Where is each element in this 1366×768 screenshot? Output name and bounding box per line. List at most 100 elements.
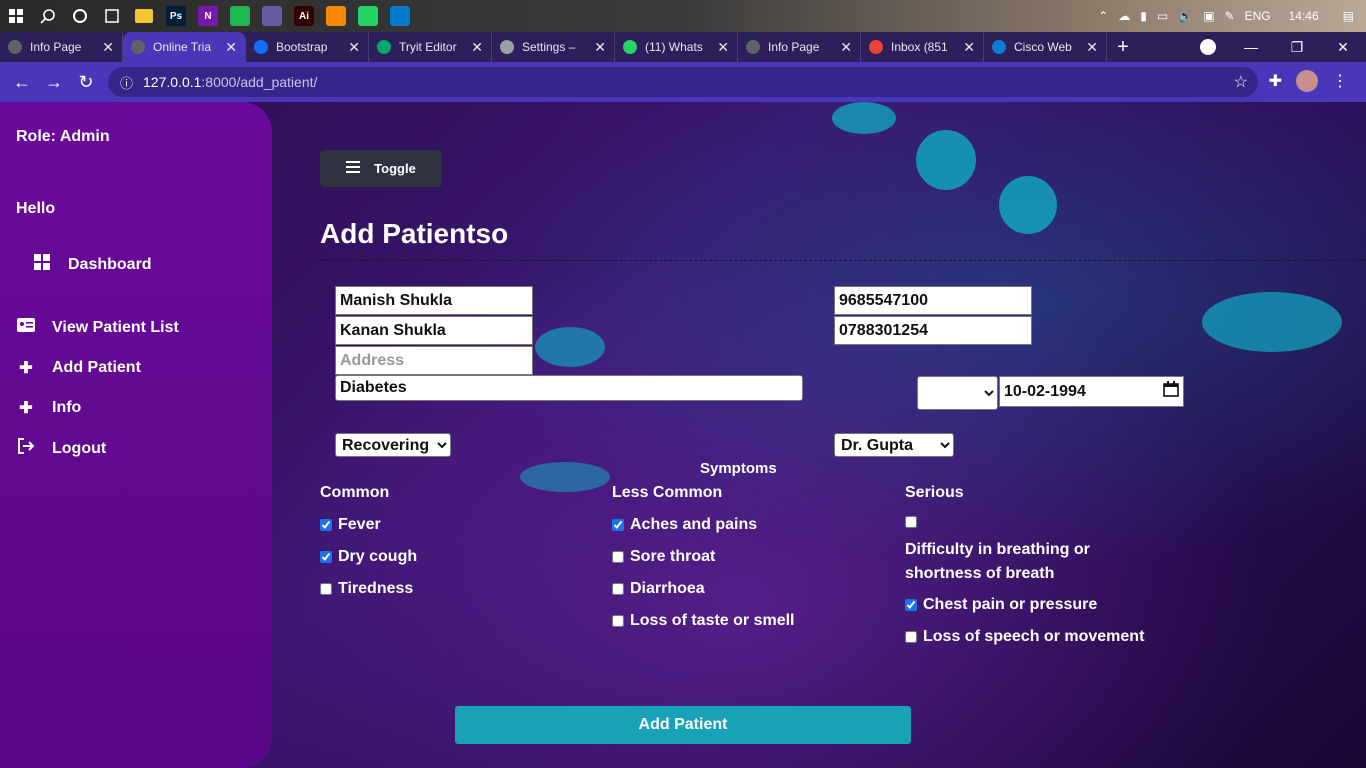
fever-checkbox[interactable] — [320, 519, 332, 531]
globe-icon — [746, 40, 760, 54]
symptom-diarrhoea[interactable]: Diarrhoea — [612, 580, 705, 598]
toggle-label: Toggle — [374, 161, 416, 176]
battery-icon[interactable]: ▭ — [1157, 9, 1168, 23]
cortana-icon[interactable] — [64, 0, 96, 32]
calendar-icon[interactable] — [1163, 381, 1179, 402]
network-icon[interactable]: ▣ — [1203, 9, 1214, 23]
restore-button[interactable]: ❐ — [1274, 39, 1320, 56]
vlc-icon[interactable] — [320, 0, 352, 32]
bookmark-star-icon[interactable]: ☆ — [1234, 72, 1248, 92]
browser-tab[interactable]: Settings – ✕ — [492, 32, 615, 62]
gender-select[interactable] — [917, 376, 998, 410]
close-tab-icon[interactable]: ✕ — [1086, 39, 1098, 56]
address-field[interactable] — [335, 346, 533, 375]
browser-tab[interactable]: Cisco Web ✕ — [984, 32, 1107, 62]
onenote-icon[interactable]: N — [192, 0, 224, 32]
close-tab-icon[interactable]: ✕ — [594, 39, 606, 56]
extensions-icon[interactable]: ✚ — [1269, 71, 1282, 91]
tab-search-icon[interactable] — [1200, 39, 1216, 55]
sidebar-item-view-patient-list[interactable]: View Patient List — [16, 318, 179, 337]
symptom-tiredness[interactable]: Tiredness — [320, 580, 413, 598]
background-cylinder — [832, 102, 896, 134]
windows-start-icon[interactable] — [0, 0, 32, 32]
vscode-icon[interactable] — [384, 0, 416, 32]
greeting: Hello — [16, 200, 56, 217]
spotify-icon[interactable] — [224, 0, 256, 32]
sidebar-item-logout[interactable]: Logout — [16, 438, 106, 459]
alternate-phone-field[interactable] — [834, 316, 1032, 345]
condition-field[interactable] — [335, 375, 803, 401]
file-explorer-icon[interactable] — [128, 0, 160, 32]
chrome-icon[interactable] — [256, 0, 288, 32]
pen-icon[interactable]: ✎ — [1225, 9, 1235, 23]
dob-field[interactable]: 10-02-1994 — [999, 376, 1184, 407]
volume-icon[interactable]: 🔈 — [1178, 9, 1193, 23]
close-tab-icon[interactable]: ✕ — [840, 39, 852, 56]
phone-field[interactable] — [834, 286, 1032, 315]
microphone-icon[interactable]: ▮ — [1140, 9, 1147, 23]
close-tab-icon[interactable]: ✕ — [225, 39, 237, 56]
close-tab-icon[interactable]: ✕ — [348, 39, 360, 56]
sidebar-toggle-button[interactable]: Toggle — [320, 150, 442, 187]
aches-checkbox[interactable] — [612, 519, 624, 531]
site-info-icon[interactable]: ⓘ — [120, 73, 133, 92]
loss-of-speech-checkbox[interactable] — [905, 631, 917, 643]
guardian-name-field[interactable] — [335, 316, 533, 345]
browser-tab[interactable]: Info Page ✕ — [738, 32, 861, 62]
address-bar[interactable]: ⓘ 127.0.0.1:8000/add_patient/ ☆ — [108, 67, 1258, 97]
difficulty-breathing-checkbox[interactable] — [905, 516, 917, 528]
grid-icon — [32, 254, 52, 275]
patient-name-field[interactable] — [335, 286, 533, 315]
forward-icon[interactable]: → — [38, 72, 70, 93]
symptom-sore-throat[interactable]: Sore throat — [612, 548, 715, 566]
chevron-up-icon[interactable]: ⌃ — [1098, 9, 1108, 23]
close-tab-icon[interactable]: ✕ — [471, 39, 483, 56]
browser-tab[interactable]: Info Page ✕ — [0, 32, 123, 62]
browser-tab[interactable]: Inbox (851 ✕ — [861, 32, 984, 62]
sidebar-item-info[interactable]: ✚ Info — [16, 398, 81, 418]
reload-icon[interactable]: ↻ — [70, 72, 102, 93]
symptom-difficulty-breathing[interactable] — [905, 516, 923, 528]
symptom-dry-cough[interactable]: Dry cough — [320, 548, 417, 566]
photoshop-icon[interactable]: Ps — [160, 0, 192, 32]
language-indicator[interactable]: ENG — [1245, 9, 1271, 23]
browser-tab[interactable]: Online Tria ✕ — [123, 32, 246, 62]
close-tab-icon[interactable]: ✕ — [717, 39, 729, 56]
sore-throat-checkbox[interactable] — [612, 551, 624, 563]
loss-of-taste-checkbox[interactable] — [612, 615, 624, 627]
close-window-button[interactable]: ✕ — [1320, 39, 1366, 56]
notifications-icon[interactable]: ▤ — [1343, 9, 1354, 23]
doctor-select[interactable]: Dr. Gupta — [834, 433, 954, 457]
task-view-icon[interactable] — [96, 0, 128, 32]
tiredness-checkbox[interactable] — [320, 583, 332, 595]
symptom-fever[interactable]: Fever — [320, 516, 381, 534]
whatsapp-icon[interactable] — [352, 0, 384, 32]
chest-pain-checkbox[interactable] — [905, 599, 917, 611]
symptom-loss-of-taste[interactable]: Loss of taste or smell — [612, 612, 795, 630]
title-divider — [320, 260, 1366, 261]
more-menu-icon[interactable]: ⋮ — [1332, 71, 1348, 91]
clock[interactable]: 14:46 — [1289, 9, 1319, 23]
new-tab-button[interactable]: + — [1107, 36, 1139, 59]
diarrhoea-checkbox[interactable] — [612, 583, 624, 595]
minimize-button[interactable]: — — [1228, 39, 1274, 55]
tab-label: Bootstrap — [276, 40, 328, 54]
back-icon[interactable]: ← — [6, 72, 38, 93]
cloud-icon[interactable]: ☁ — [1118, 9, 1130, 23]
status-select[interactable]: Recovering — [335, 433, 451, 457]
profile-avatar[interactable] — [1296, 70, 1318, 92]
sidebar-item-dashboard[interactable]: Dashboard — [32, 254, 152, 275]
dry-cough-checkbox[interactable] — [320, 551, 332, 563]
symptom-chest-pain[interactable]: Chest pain or pressure — [905, 596, 1097, 614]
add-patient-button[interactable]: Add Patient — [455, 706, 911, 744]
symptom-aches[interactable]: Aches and pains — [612, 516, 757, 534]
browser-tab[interactable]: (11) Whats ✕ — [615, 32, 738, 62]
sidebar-item-add-patient[interactable]: ✚ Add Patient — [16, 358, 141, 378]
browser-tab[interactable]: Tryit Editor ✕ — [369, 32, 492, 62]
browser-tab[interactable]: Bootstrap ✕ — [246, 32, 369, 62]
illustrator-icon[interactable]: Ai — [288, 0, 320, 32]
search-icon[interactable] — [32, 0, 64, 32]
symptom-loss-of-speech[interactable]: Loss of speech or movement — [905, 628, 1144, 646]
close-tab-icon[interactable]: ✕ — [963, 39, 975, 56]
close-tab-icon[interactable]: ✕ — [102, 39, 114, 56]
